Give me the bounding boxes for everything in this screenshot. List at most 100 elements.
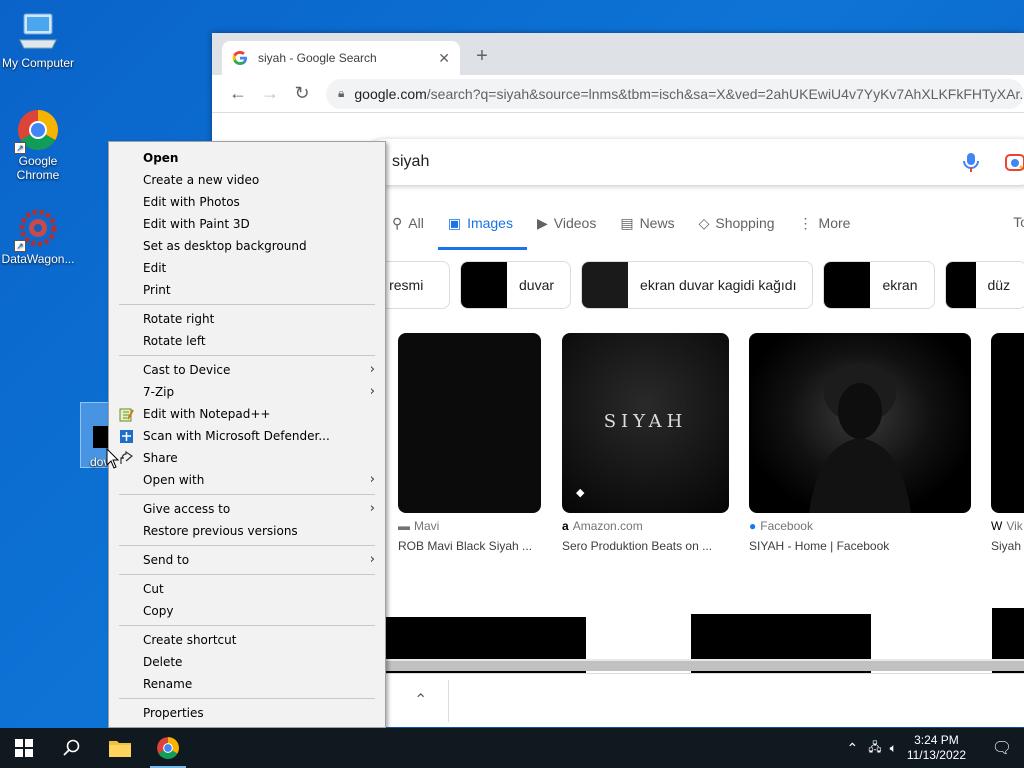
tab-more[interactable]: ⋮ More [799,211,851,235]
menu-item-rename[interactable]: Rename [109,673,385,695]
lock-icon: 🔒︎ [338,86,345,100]
notifications-icon[interactable]: 🗨︎ [980,738,1024,758]
menu-item-label: Create shortcut [143,633,237,647]
desktop-icon-google-chrome[interactable]: ↗ Google Chrome [0,108,76,182]
menu-item-cast-to-device[interactable]: Cast to Device › [109,359,385,381]
image-result[interactable]: W Vik Siyah [991,333,1024,553]
menu-item-scan-with-microsoft-defender[interactable]: Scan with Microsoft Defender... [109,425,385,447]
google-g-icon [232,51,247,65]
chip-label: duvar [519,277,555,293]
news-icon: ▤ [620,214,634,231]
google-lens-icon[interactable] [1004,151,1024,173]
tag-icon: ◆ [576,487,585,499]
image-result[interactable]: ● Facebook SIYAH - Home | Facebook [749,333,971,553]
tab-label: More [818,215,851,231]
tab-all[interactable]: ⚲ All [392,211,424,235]
menu-item-label: Send to [143,553,190,567]
chip[interactable]: ekran duvar kagidi kağıdı [581,261,814,309]
menu-item-send-to[interactable]: Send to › [109,549,385,571]
search-icon [63,739,80,756]
microphone-icon[interactable] [960,151,982,173]
chip[interactable]: ekran [823,261,935,309]
menu-item-open-with[interactable]: Open with › [109,469,385,491]
image-result[interactable]: ▬ Mavi ROB Mavi Black Siyah ... [398,333,541,553]
tools-button[interactable]: To [1013,214,1024,230]
result-title: SIYAH - Home | Facebook [749,539,890,553]
chip[interactable]: duvar [460,261,572,309]
divider [448,680,449,722]
tab-videos[interactable]: ▶ Videos [537,211,596,235]
desktop-icon-label: My Computer [1,56,75,70]
desktop-icon-my-computer[interactable]: My Computer [0,10,76,70]
reload-icon[interactable]: ↻ [286,83,318,104]
chrome-taskbar-button[interactable] [144,728,192,768]
clock-date: 11/13/2022 [906,748,966,762]
search-type-tabs: ⚲ All ▣ Images ▶ Videos ▤ News ◇ Shopping ⋮ Mo… [392,211,874,250]
clock[interactable]: 3:24 PM 11/13/2022 [907,733,966,763]
image-icon: ▣ [447,214,462,231]
image-overlay-text: SIYAH [603,411,688,432]
menu-item-label: Print [143,283,171,297]
menu-item-print[interactable]: Print [109,279,385,301]
defender-shield-icon [119,429,134,444]
chevron-right-icon: › [369,501,375,516]
chrome-icon: ↗ [14,108,60,154]
result-image [398,333,541,513]
menu-item-label: Cut [143,582,164,596]
tab-label: News [639,215,675,231]
menu-item-rotate-left[interactable]: Rotate left [109,330,385,352]
forward-arrow-icon[interactable]: → [254,83,286,104]
chevron-up-icon[interactable]: ⌃ [414,690,427,710]
tab-news[interactable]: ▤ News [620,211,674,235]
tab-shopping[interactable]: ◇ Shopping [699,211,775,235]
close-tab-icon[interactable]: ✕ [438,50,450,67]
menu-item-create-shortcut[interactable]: Create shortcut [109,629,385,651]
tag-icon: ◇ [698,214,710,231]
menu-item-label: Open [143,151,179,165]
menu-item-label: Create a new video [143,173,260,187]
chevron-up-icon[interactable]: ⌃ [847,740,859,757]
tab-images[interactable]: ▣ Images [437,211,528,250]
menu-item-edit-with-photos[interactable]: Edit with Photos [109,191,385,213]
menu-item-give-access-to[interactable]: Give access to › [109,498,385,520]
address-bar[interactable]: 🔒︎ google.com/search?q=siyah&source=lnms… [326,78,1024,109]
start-button[interactable] [0,728,48,768]
tab-label: Shopping [715,215,775,231]
menu-item-properties[interactable]: Properties [109,702,385,724]
chip[interactable]: düz [944,261,1024,309]
datawagon-gear-icon: ↗ [14,206,60,252]
image-result[interactable]: SIYAH ◆ a Amazon.com Sero Produktion Beat… [562,333,729,553]
result-image [991,333,1024,513]
google-search-box[interactable]: siyah [362,139,1024,185]
menu-item-restore-previous-versions[interactable]: Restore previous versions [109,520,385,542]
mouse-cursor-icon [106,448,120,469]
menu-item-edit[interactable]: Edit [109,257,385,279]
result-source: Amazon.com [572,519,643,533]
back-arrow-icon[interactable]: ← [222,83,254,104]
menu-item-label: Edit with Notepad++ [143,407,271,421]
search-button[interactable] [48,728,96,768]
menu-item-label: Give access to [143,502,231,516]
menu-item-copy[interactable]: Copy [109,600,385,622]
menu-item-label: 7-Zip [143,385,175,399]
horizontal-scrollbar[interactable] [382,659,1024,671]
menu-item-7-zip[interactable]: 7-Zip › [109,381,385,403]
chevron-right-icon: › [369,472,375,487]
menu-item-share[interactable]: Share [109,447,385,469]
network-icon[interactable]: 🖧︎ [868,738,881,759]
menu-item-set-as-desktop-background[interactable]: Set as desktop background [109,235,385,257]
menu-item-create-a-new-video[interactable]: Create a new video [109,169,385,191]
system-tray: ⌃ 🖧︎ 🔈︎ 3:24 PM 11/13/2022 🗨︎ [847,728,1024,768]
menu-item-edit-with-notepad[interactable]: Edit with Notepad++ [109,403,385,425]
desktop-icon-datawagon[interactable]: ↗ DataWagon... [0,206,76,266]
menu-item-open[interactable]: Open [109,147,385,169]
tab-google-search[interactable]: siyah - Google Search ✕ [222,41,460,75]
menu-item-delete[interactable]: Delete [109,651,385,673]
menu-item-edit-with-paint-3d[interactable]: Edit with Paint 3D [109,213,385,235]
site-favicon-icon: ▬ [398,519,410,533]
menu-item-cut[interactable]: Cut [109,578,385,600]
new-tab-plus-icon[interactable]: + [470,45,494,68]
volume-icon[interactable]: 🔈︎ [890,741,897,756]
file-explorer-button[interactable] [96,728,144,768]
menu-item-rotate-right[interactable]: Rotate right [109,308,385,330]
